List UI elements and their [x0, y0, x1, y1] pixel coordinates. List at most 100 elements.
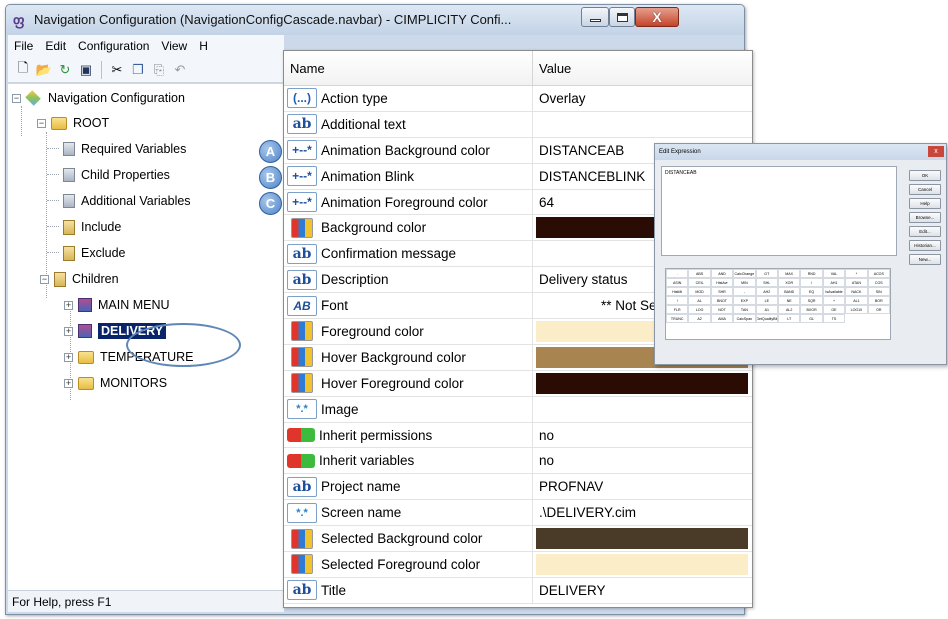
tree-node-root[interactable]: − ROOT	[37, 113, 109, 133]
function-cell[interactable]: LOG10	[845, 305, 868, 314]
function-cell[interactable]: TAN	[733, 305, 756, 314]
property-row[interactable]: Selected Foreground color	[284, 552, 752, 578]
property-value-cell[interactable]: DELIVERY	[533, 578, 752, 603]
dialog-close-icon[interactable]: x	[928, 146, 944, 157]
function-cell[interactable]: +	[822, 296, 846, 305]
dialog-title-bar[interactable]: Edit Expression x	[655, 144, 946, 160]
open-icon[interactable]: 📂	[35, 61, 53, 79]
dialog-button[interactable]: Edit...	[909, 226, 941, 237]
function-cell[interactable]: CEIL	[688, 278, 711, 287]
paste-icon[interactable]: ⎘	[150, 61, 168, 79]
color-swatch[interactable]	[536, 554, 748, 575]
copy-icon[interactable]: ❐	[129, 61, 147, 79]
refresh-icon[interactable]: ↻	[56, 61, 74, 79]
column-header-value[interactable]: Value	[533, 51, 571, 85]
function-cell[interactable]: ACOS	[867, 269, 890, 278]
function-cell[interactable]: A1	[755, 305, 778, 314]
property-value-cell[interactable]: Overlay	[533, 86, 752, 111]
function-cell[interactable]: AH1	[822, 278, 846, 287]
function-cell[interactable]: LE	[755, 296, 778, 305]
collapse-icon[interactable]: −	[40, 274, 49, 284]
dialog-button[interactable]: Browse...	[909, 212, 941, 223]
expand-icon[interactable]: +	[64, 300, 73, 310]
function-cell[interactable]: TS	[822, 314, 846, 323]
dialog-button[interactable]: Historian...	[909, 240, 941, 251]
function-cell[interactable]: LT	[777, 314, 801, 323]
tree-node-navigation-configuration[interactable]: − Navigation Configuration	[12, 88, 185, 108]
property-row[interactable]: *.* Screen name .\DELIVERY.cim	[284, 500, 752, 527]
color-swatch[interactable]	[536, 372, 748, 394]
property-row[interactable]: Inherit permissions no	[284, 422, 752, 449]
tree-node-main-menu[interactable]: + MAIN MENU	[64, 295, 170, 315]
property-row[interactable]: *.* Image	[284, 396, 752, 423]
undo-icon[interactable]: ↶	[171, 61, 189, 79]
minimize-button[interactable]	[581, 7, 609, 27]
dialog-button[interactable]: Help	[909, 198, 941, 209]
function-cell[interactable]: MAX	[777, 269, 801, 278]
maximize-button[interactable]	[609, 7, 635, 27]
property-row[interactable]: (...) Action type Overlay	[284, 86, 752, 112]
property-row[interactable]: ab Title DELIVERY	[284, 577, 752, 604]
property-row[interactable]: Inherit variables no	[284, 448, 752, 475]
menu-view[interactable]: View	[155, 39, 193, 53]
function-cell[interactable]: CalcSpan	[733, 314, 756, 323]
color-swatch[interactable]	[536, 528, 748, 550]
column-header-name[interactable]: Name	[284, 51, 533, 85]
property-value-cell[interactable]	[533, 526, 752, 551]
function-cell[interactable]: -	[733, 287, 756, 296]
function-cell[interactable]: OR	[867, 305, 890, 314]
tree-node-exclude[interactable]: Exclude	[63, 243, 125, 263]
function-cell[interactable]: ATAN	[845, 278, 868, 287]
function-cell[interactable]: *	[845, 269, 868, 278]
tree-node-children[interactable]: − Children	[40, 269, 119, 289]
function-cell[interactable]: AL2	[777, 305, 801, 314]
function-cell[interactable]: GE	[822, 305, 846, 314]
function-cell[interactable]: EXP	[733, 296, 756, 305]
function-cell[interactable]: AL1	[845, 296, 868, 305]
function-cell[interactable]: BOR	[867, 296, 890, 305]
dialog-button[interactable]: OK	[909, 170, 941, 181]
property-value-cell[interactable]: PROFNAV	[533, 474, 752, 499]
collapse-icon[interactable]: −	[12, 93, 21, 103]
save-icon[interactable]: ▣	[77, 61, 95, 79]
expression-editor[interactable]: DISTANCEAB	[661, 166, 897, 256]
function-cell[interactable]: GL	[800, 314, 823, 323]
function-cell[interactable]: ABS	[688, 269, 711, 278]
function-cell[interactable]: NOT	[710, 305, 734, 314]
function-cell[interactable]: AH2	[755, 287, 778, 296]
tree-node-child-properties[interactable]: Child Properties	[63, 165, 170, 185]
function-cell[interactable]: HistAvr	[710, 278, 734, 287]
function-cell[interactable]: AMA	[710, 314, 734, 323]
function-cell[interactable]: A2	[688, 314, 711, 323]
function-cell[interactable]: !	[666, 296, 689, 305]
function-cell[interactable]: NE	[777, 296, 801, 305]
dialog-button[interactable]: New...	[909, 254, 941, 265]
function-cell[interactable]: BXOR	[800, 305, 823, 314]
function-cell[interactable]: RND	[800, 269, 823, 278]
new-icon[interactable]: 🗋	[14, 60, 32, 79]
expand-icon[interactable]: +	[64, 352, 73, 362]
close-button[interactable]: X	[635, 7, 679, 27]
menu-edit[interactable]: Edit	[39, 39, 72, 53]
function-cell[interactable]: IsAvailable	[822, 287, 846, 296]
property-row[interactable]: Hover Foreground color	[284, 370, 752, 397]
title-bar[interactable]: ფ Navigation Configuration (NavigationCo…	[6, 5, 744, 35]
tree-node-monitors[interactable]: + MONITORS	[64, 373, 167, 393]
property-row[interactable]: ab Additional text	[284, 111, 752, 138]
function-cell[interactable]: BNOT	[710, 296, 734, 305]
function-cell[interactable]: GT	[755, 269, 778, 278]
function-cell[interactable]: MIN	[733, 278, 756, 287]
property-row[interactable]: ab Project name PROFNAV	[284, 474, 752, 501]
property-value-cell[interactable]	[533, 371, 752, 396]
function-cell[interactable]: /	[800, 278, 823, 287]
dialog-button[interactable]: Cancel	[909, 184, 941, 195]
property-value-cell[interactable]	[533, 112, 752, 137]
function-cell[interactable]: TRUNC	[666, 314, 689, 323]
collapse-icon[interactable]: −	[37, 118, 46, 128]
function-cell[interactable]: .	[666, 269, 689, 278]
function-cell[interactable]: NACK	[845, 287, 868, 296]
expand-icon[interactable]: +	[64, 378, 73, 388]
function-cell[interactable]: EQ	[800, 287, 823, 296]
menu-help[interactable]: H	[193, 39, 214, 53]
property-value-cell[interactable]: no	[533, 448, 752, 473]
